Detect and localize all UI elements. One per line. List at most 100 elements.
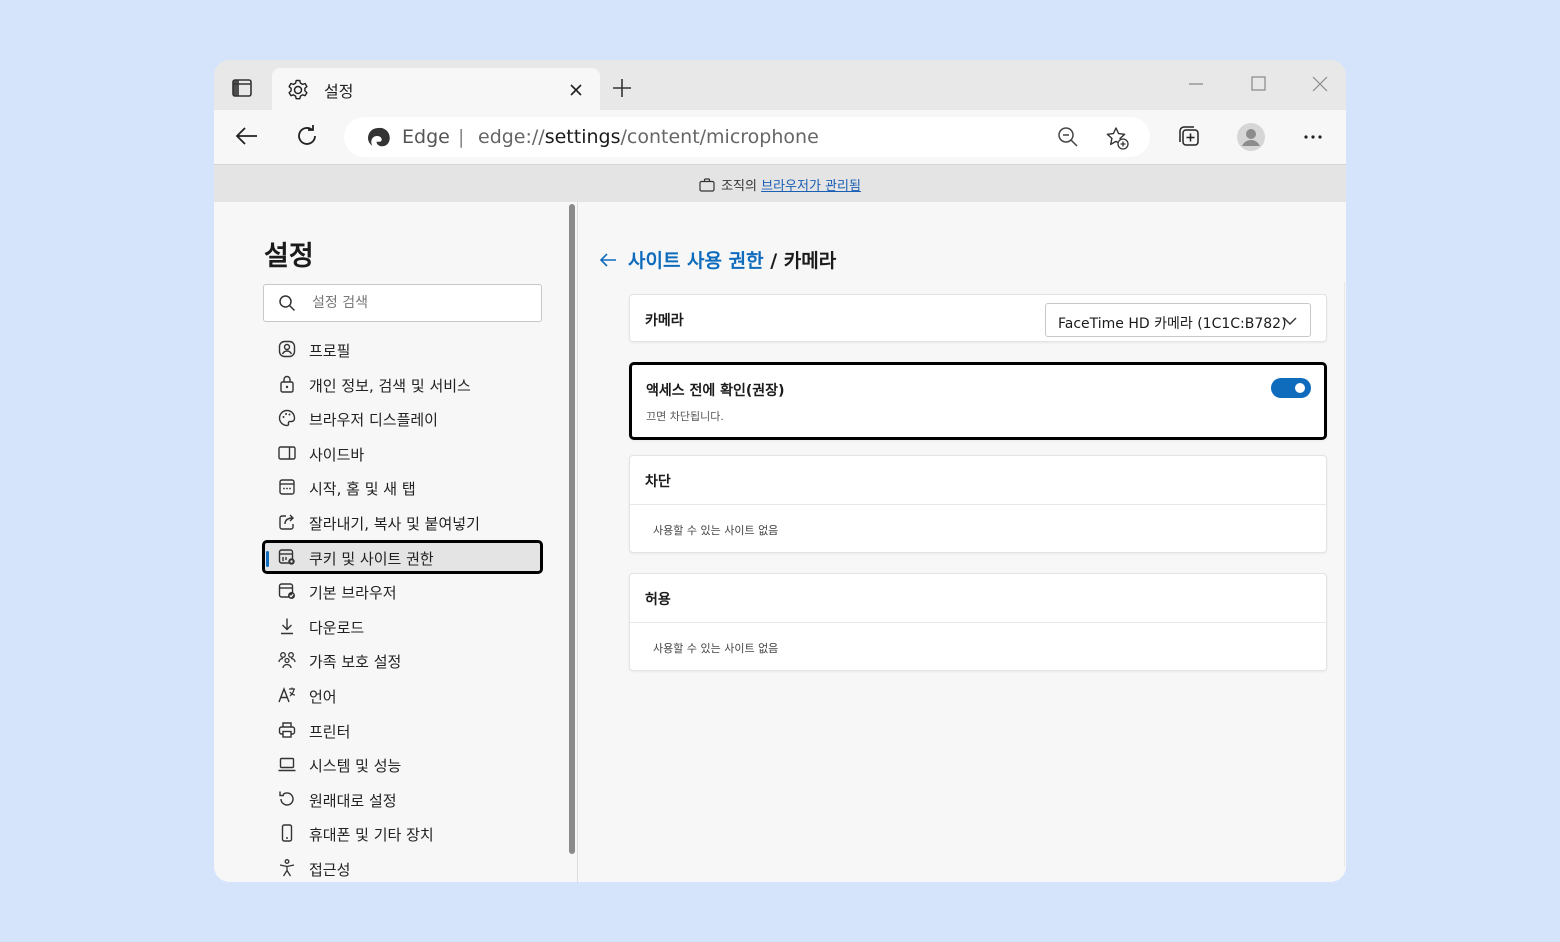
share-icon: [279, 514, 294, 530]
language-icon: [278, 686, 296, 703]
ask-before-access-card: 액세스 전에 확인(권장) 끄면 차단됩니다.: [629, 362, 1327, 440]
camera-device-card: 카메라 FaceTime HD 카메라 (1C1C:B782): [629, 294, 1327, 342]
sidebar-item-reset[interactable]: 원래대로 설정: [263, 782, 542, 817]
address-toolbar: Edge | edge://settings/content/microphon…: [214, 110, 1346, 164]
sidebar-item-appearance[interactable]: 브라우저 디스플레이: [263, 401, 542, 436]
address-bar[interactable]: Edge | edge://settings/content/microphon…: [344, 117, 1150, 157]
phone-icon: [281, 824, 293, 843]
laptop-icon: [278, 757, 296, 772]
camera-select-value: FaceTime HD 카메라 (1C1C:B782): [1058, 316, 1287, 332]
browser-window: 설정 Edge | edge://settings/content/microp…: [214, 60, 1346, 882]
palette-icon: [278, 409, 296, 427]
block-heading: 차단: [645, 474, 671, 490]
refresh-icon[interactable]: [293, 122, 321, 150]
close-window-icon[interactable]: [1306, 72, 1334, 96]
search-input[interactable]: [312, 291, 532, 315]
sidebar-item-profile[interactable]: 프로필: [263, 332, 542, 367]
profile-avatar-icon[interactable]: [1236, 122, 1266, 152]
sidebar-item-label: 다운로드: [309, 618, 365, 637]
sidebar-item-cookies-permissions[interactable]: 쿠키 및 사이트 권한: [262, 539, 543, 575]
briefcase-icon: [699, 178, 715, 192]
sidebar-item-system[interactable]: 시스템 및 성능: [263, 747, 542, 782]
sidebar-item-label: 시작, 홈 및 새 탭: [309, 480, 416, 499]
printer-icon: [278, 721, 296, 738]
sidebar-item-label: 브라우저 디스플레이: [309, 411, 438, 430]
download-icon: [281, 618, 293, 634]
managed-prefix: 조직의: [721, 179, 757, 194]
search-icon: [279, 295, 296, 312]
active-indicator: [266, 550, 269, 567]
tab-actions-icon[interactable]: [230, 76, 254, 100]
home-tab-icon: [279, 479, 295, 496]
content-edge: [1344, 282, 1345, 867]
url-text[interactable]: edge://settings/content/microphone: [478, 126, 819, 148]
sidebar-item-label: 사이드바: [309, 445, 365, 464]
scrollbar-thumb[interactable]: [569, 204, 575, 854]
breadcrumb-link[interactable]: 사이트 사용 권한: [628, 250, 764, 272]
sidebar-item-label: 개인 정보, 검색 및 서비스: [309, 376, 471, 395]
sidebar-item-label: 원래대로 설정: [309, 791, 397, 810]
sidebar-item-label: 프린터: [309, 722, 351, 741]
sidebar-item-privacy[interactable]: 개인 정보, 검색 및 서비스: [263, 367, 542, 402]
managed-link[interactable]: 브라우저가 관리됨: [761, 179, 861, 194]
card-divider: [630, 622, 1326, 623]
sidebar-item-sidebar[interactable]: 사이드바: [263, 436, 542, 471]
minimize-icon[interactable]: [1182, 72, 1210, 96]
default-browser-icon: [278, 583, 295, 600]
tab-settings[interactable]: 설정: [272, 68, 600, 111]
ask-label: 액세스 전에 확인(권장): [646, 383, 785, 399]
sidebar-item-label: 기본 브라우저: [309, 584, 397, 603]
block-empty-text: 사용할 수 있는 사이트 없음: [653, 524, 779, 537]
breadcrumb-separator: /: [763, 250, 784, 272]
sidebar-item-share-copy-paste[interactable]: 잘라내기, 복사 및 붙여넣기: [263, 505, 542, 540]
tab-title: 설정: [324, 82, 354, 101]
sidebar-item-label: 언어: [309, 687, 337, 706]
new-tab-icon[interactable]: [610, 76, 634, 100]
back-arrow-icon[interactable]: [233, 122, 261, 150]
sidebar-item-label: 프로필: [309, 342, 351, 360]
collections-icon[interactable]: [1174, 122, 1204, 152]
breadcrumb-current: 카메라: [783, 250, 837, 272]
lock-icon: [280, 375, 294, 393]
sidebar-item-printers[interactable]: 프린터: [263, 713, 542, 748]
profile-icon: [278, 340, 296, 358]
allow-heading: 허용: [645, 592, 671, 608]
back-arrow-icon[interactable]: [598, 250, 618, 270]
settings-nav: 프로필 개인 정보, 검색 및 서비스 브라우저 디스플레이 사이드바 시작, …: [262, 332, 543, 882]
sidebar-scrollbar[interactable]: [568, 202, 576, 882]
sidebar-item-accessibility[interactable]: 접근성: [263, 851, 542, 882]
managed-text: 조직의 브라우저가 관리됨: [214, 175, 1346, 194]
maximize-icon[interactable]: [1244, 72, 1272, 96]
zoom-out-icon[interactable]: [1056, 125, 1080, 149]
ask-toggle[interactable]: [1271, 378, 1311, 398]
sidebar-item-downloads[interactable]: 다운로드: [263, 609, 542, 644]
sidebar-item-label: 접근성: [309, 860, 351, 879]
ask-description: 끄면 차단됩니다.: [646, 410, 724, 423]
allow-list-card: 허용 사용할 수 있는 사이트 없음: [629, 573, 1327, 671]
toggle-knob: [1295, 383, 1305, 393]
allow-empty-text: 사용할 수 있는 사이트 없음: [653, 642, 779, 655]
block-list-card: 차단 사용할 수 있는 사이트 없음: [629, 455, 1327, 553]
settings-search[interactable]: [263, 284, 542, 322]
sidebar-panel-icon: [278, 446, 296, 460]
camera-select[interactable]: FaceTime HD 카메라 (1C1C:B782): [1045, 303, 1311, 337]
breadcrumb: 사이트 사용 권한 / 카메라: [598, 246, 836, 273]
sidebar-item-languages[interactable]: 언어: [263, 678, 542, 713]
sidebar-item-phone-devices[interactable]: 휴대폰 및 기타 장치: [263, 816, 542, 851]
sidebar-item-family[interactable]: 가족 보호 설정: [263, 643, 542, 678]
url-prefix: edge://: [478, 126, 545, 148]
sidebar-item-start-home[interactable]: 시작, 홈 및 새 탭: [263, 470, 542, 505]
add-favorite-icon[interactable]: [1104, 125, 1130, 151]
omnibox-separator: |: [458, 126, 465, 148]
reset-icon: [279, 791, 294, 806]
close-tab-icon[interactable]: [566, 80, 586, 100]
edge-logo-icon: [368, 127, 390, 147]
tab-bar: 설정: [214, 60, 1346, 111]
sidebar-item-label: 가족 보호 설정: [309, 653, 402, 672]
sidebar-title: 설정: [264, 241, 314, 272]
more-menu-icon[interactable]: [1298, 122, 1328, 152]
sidebar-item-default-browser[interactable]: 기본 브라우저: [263, 574, 542, 609]
gear-icon: [288, 79, 308, 100]
accessibility-icon: [279, 858, 295, 877]
family-icon: [278, 652, 296, 669]
